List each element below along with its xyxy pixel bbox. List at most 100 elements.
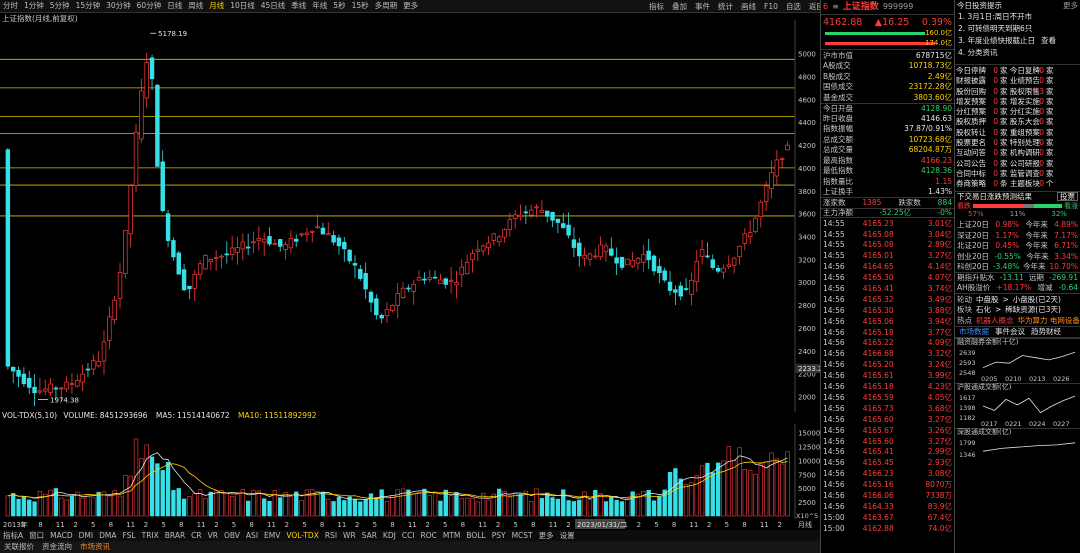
event-cell[interactable]: 条 主题板块 <box>1000 179 1040 189</box>
indicator-tab[interactable]: WR <box>340 532 359 540</box>
event-cell[interactable]: 股票更名 <box>956 138 986 148</box>
indicator-tab[interactable]: KDJ <box>380 532 399 540</box>
period-tab[interactable]: 多周期 <box>372 2 401 10</box>
event-cell[interactable]: 家 分红实施 <box>1000 107 1040 117</box>
tool-button[interactable]: 画线 <box>737 3 760 11</box>
tool-button[interactable]: 统计 <box>714 3 737 11</box>
indicator-tab[interactable]: TRIX <box>139 532 162 540</box>
event-cell[interactable]: 股权质押 <box>956 117 986 127</box>
indicator-tab[interactable]: 更多 <box>536 532 557 540</box>
candlestick-chart[interactable]: 5000 4800 4600 4400 4200 4000 3800 3600 3400 3200… <box>0 20 820 412</box>
period-tab[interactable]: 15分钟 <box>73 2 104 10</box>
indicator-tab[interactable]: OBV <box>221 532 243 540</box>
event-cell[interactable]: 增发预案 <box>956 97 986 107</box>
news-view-link[interactable]: 查看 <box>1041 37 1056 45</box>
period-tab[interactable]: 更多 <box>400 2 421 10</box>
event-cell[interactable]: 股份回购 <box>956 87 986 97</box>
event-cell[interactable]: 家 监管调查 <box>1000 169 1040 179</box>
rotation-row[interactable]: 板块 石化 > 稀缺资源(已3天) <box>955 305 1080 316</box>
period-tab[interactable]: 日线 <box>164 2 185 10</box>
event-cell[interactable]: 家 股东大会 <box>1000 117 1040 127</box>
info-tab[interactable]: 市场数据 <box>959 328 989 336</box>
info-tab[interactable]: 事件会议 <box>995 328 1025 336</box>
event-cell[interactable]: 财报披露 <box>956 76 986 86</box>
indicator-tab[interactable]: 设置 <box>557 532 578 540</box>
rotation-row[interactable]: 热点 机器人概念 华为算力 电网设备 <box>955 315 1080 326</box>
mini-chart[interactable]: 深股通成交额(亿) 1799 1346 <box>955 427 1080 461</box>
indicator-tab[interactable]: BRAR <box>162 532 188 540</box>
menu-icon[interactable]: ≡ <box>832 3 839 11</box>
period-tab[interactable]: 10日线 <box>227 2 258 10</box>
event-cell[interactable]: 合同中标 <box>956 169 986 179</box>
tool-button[interactable]: 事件 <box>691 3 714 11</box>
news-item[interactable]: 1. 3月1日:周日不开市 <box>955 11 1080 23</box>
event-cell[interactable]: 分红预案 <box>956 107 986 117</box>
event-cell[interactable]: 券商策略 <box>956 179 986 189</box>
indicator-tab[interactable]: EMV <box>261 532 283 540</box>
indicator-tab[interactable]: ROC <box>418 532 440 540</box>
tool-button[interactable]: 指标 <box>645 3 668 11</box>
indicator-tab[interactable]: RSI <box>322 532 340 540</box>
event-cell[interactable]: 家 重组预案 <box>1000 128 1040 138</box>
tool-button[interactable]: 自选 <box>782 3 805 11</box>
tool-button[interactable]: F10 <box>760 3 782 11</box>
indicator-tab[interactable]: MACD <box>47 532 75 540</box>
indicator-tab[interactable]: CCI <box>399 532 418 540</box>
indicator-tab[interactable]: ASI <box>243 532 261 540</box>
news-item[interactable]: 2. 可转债明天到期6只 <box>955 23 1080 35</box>
period-tab[interactable]: 15秒 <box>349 2 372 10</box>
indicator-tab[interactable]: FSL <box>119 532 138 540</box>
indicator-tab[interactable]: CR <box>188 532 204 540</box>
news-item[interactable]: 3. 年度业绩快报截止日 查看 <box>955 35 1080 47</box>
indicator-tab[interactable]: DMA <box>96 532 119 540</box>
volume-chart[interactable]: 15000 12500 10000 7500 5000 2500 X10^5 <box>0 424 820 519</box>
news-more-link[interactable]: 更多 <box>1063 2 1078 10</box>
volume-bar <box>737 447 742 517</box>
info-tab[interactable]: 趋势财经 <box>1031 328 1061 336</box>
indicator-tab[interactable]: 窗口 <box>26 532 47 540</box>
period-tab[interactable]: 5秒 <box>330 2 348 10</box>
indicator-tab[interactable]: PSY <box>489 532 509 540</box>
period-tab[interactable]: 5分钟 <box>47 2 73 10</box>
event-cell[interactable]: 互动问答 <box>956 148 986 158</box>
vote-button[interactable]: 投票 <box>1057 191 1078 202</box>
rotation-row[interactable]: 轮动 中盘股 > 小盘股(已2天) <box>955 294 1080 305</box>
tool-button[interactable]: 叠加 <box>668 3 691 11</box>
period-tab[interactable]: 30分钟 <box>103 2 134 10</box>
volume-bar <box>187 496 192 517</box>
mini-chart[interactable]: 融资融券余额(十亿) 2639 2593 2548 0205 0210 0213 0226 <box>955 337 1080 383</box>
news-item[interactable]: 4. 分类资讯 <box>955 47 1080 59</box>
event-cell[interactable]: 公司公告 <box>956 159 986 169</box>
period-tab[interactable]: 分时 <box>0 2 21 10</box>
indicator-tab[interactable]: MTM <box>440 532 464 540</box>
bottom-tab[interactable]: 关联报价 <box>0 543 38 551</box>
indicator-tab[interactable]: VOL-TDX <box>283 532 321 540</box>
period-tab[interactable]: 45日线 <box>258 2 289 10</box>
period-tab[interactable]: 1分钟 <box>21 2 47 10</box>
period-tab[interactable]: 周线 <box>185 2 206 10</box>
event-cell[interactable]: 家 增发实施 <box>1000 97 1040 107</box>
event-cell[interactable]: 家 股权限售 <box>1000 87 1040 97</box>
event-cell[interactable]: 家 机构调研 <box>1000 148 1040 158</box>
indicator-tab[interactable]: DMI <box>76 532 96 540</box>
event-cell[interactable]: 家 公司研报 <box>1000 159 1040 169</box>
period-tab[interactable]: 60分钟 <box>134 2 165 10</box>
period-tab[interactable]: 月线 <box>206 2 227 10</box>
event-cell[interactable]: 今日停牌 <box>956 66 986 76</box>
period-tab[interactable]: 年线 <box>309 2 330 10</box>
event-cell[interactable]: 家 特别处理 <box>1000 138 1040 148</box>
indicator-tab[interactable]: MCST <box>509 532 536 540</box>
period-tab[interactable]: 季线 <box>288 2 309 10</box>
event-cell[interactable]: 股权转让 <box>956 128 986 138</box>
event-cell[interactable]: 家 业绩预告 <box>1000 76 1040 86</box>
indicator-tab[interactable]: BOLL <box>463 532 488 540</box>
bottom-tab[interactable]: 市场资讯 <box>76 543 114 551</box>
bottom-tab[interactable]: 资金流向 <box>38 543 76 551</box>
index-name[interactable]: 上证指数 <box>843 2 879 12</box>
tick-row: 14:56 4165.60 3.27亿 <box>821 414 954 425</box>
event-cell[interactable]: 家 今日复牌 <box>1000 66 1040 76</box>
indicator-tab[interactable]: VR <box>205 532 221 540</box>
indicator-tab[interactable]: SAR <box>359 532 380 540</box>
mini-chart[interactable]: 沪股通成交额(亿) 1617 1398 1182 0217 0221 0224 0227 <box>955 382 1080 428</box>
indicator-tab[interactable]: 指标A <box>0 532 26 540</box>
